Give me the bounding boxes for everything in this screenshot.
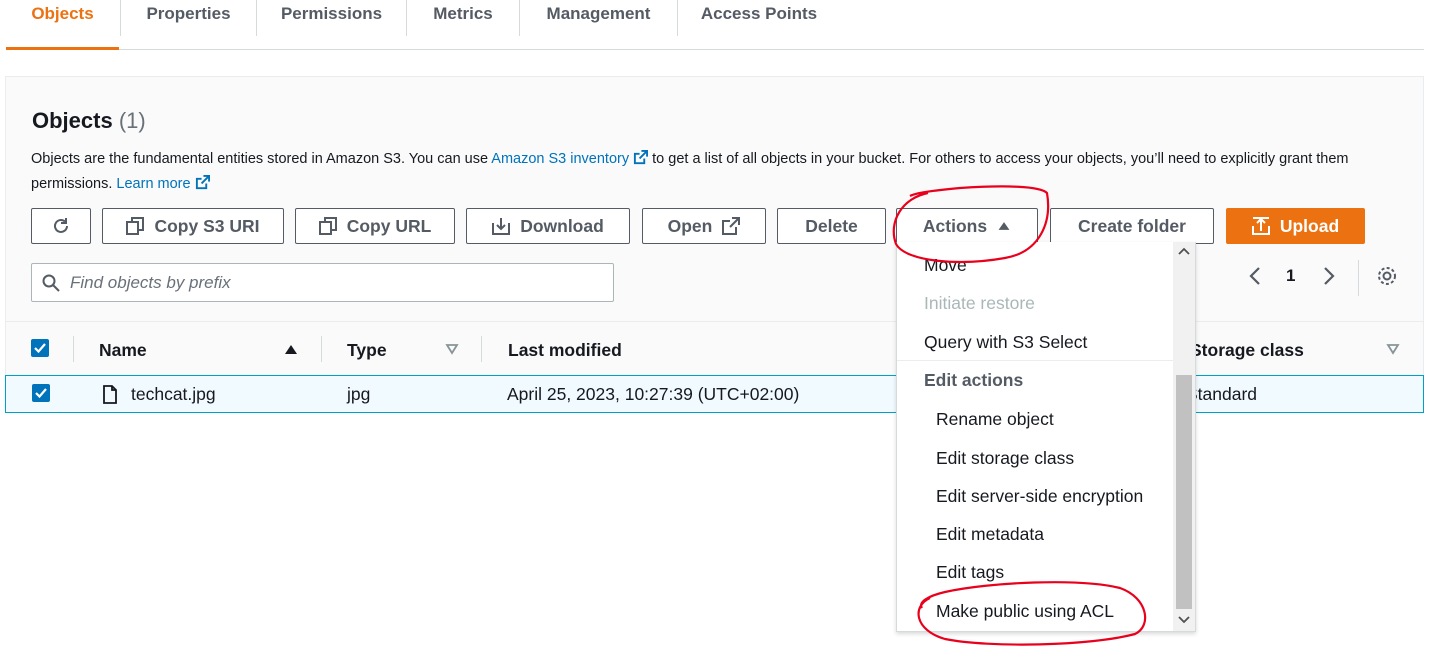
external-link-icon <box>722 217 741 235</box>
search-input[interactable] <box>70 272 590 293</box>
tab-metrics[interactable]: Metrics <box>407 0 519 50</box>
copy-s3-uri-label: Copy S3 URI <box>154 215 260 236</box>
row-checkbox[interactable] <box>32 384 50 402</box>
object-type: jpg <box>347 384 371 404</box>
chevron-right-icon[interactable] <box>1320 265 1338 287</box>
table-row[interactable]: techcat.jpg jpg April 25, 2023, 10:27:39… <box>5 375 1424 413</box>
download-icon <box>492 218 511 235</box>
file-icon <box>103 385 117 404</box>
learn-more-link[interactable]: Learn more <box>116 175 210 192</box>
tab-properties[interactable]: Properties <box>121 0 256 50</box>
object-last-modified: April 25, 2023, 10:27:39 (UTC+02:00) <box>507 384 800 404</box>
page-number[interactable]: 1 <box>1286 266 1295 286</box>
menu-item-edit-storage-class[interactable]: Edit storage class <box>936 448 1074 469</box>
external-link-icon <box>195 175 210 190</box>
tab-management[interactable]: Management <box>520 0 677 50</box>
create-folder-button[interactable]: Create folder <box>1050 208 1214 244</box>
menu-item-edit-encryption[interactable]: Edit server-side encryption <box>936 486 1143 507</box>
copy-url-label: Copy URL <box>346 215 432 236</box>
download-button[interactable]: Download <box>466 208 630 244</box>
copy-url-button[interactable]: Copy URL <box>295 208 455 244</box>
tab-access-points[interactable]: Access Points <box>678 0 840 50</box>
gear-icon[interactable] <box>1376 265 1398 287</box>
column-divider <box>321 336 322 362</box>
chevron-down-icon[interactable] <box>1178 615 1190 625</box>
scrollbar-thumb[interactable] <box>1176 375 1192 609</box>
sort-ascending-icon[interactable] <box>284 342 298 356</box>
open-button[interactable]: Open <box>642 208 766 244</box>
objects-count: (1) <box>118 108 146 133</box>
object-name-link[interactable]: techcat.jpg <box>131 384 216 405</box>
pagination-divider <box>1358 260 1359 296</box>
objects-panel: Objects (1) Objects are the fundamental … <box>5 76 1424 413</box>
copy-icon <box>318 217 337 235</box>
objects-title: Objects <box>32 108 113 133</box>
chevron-left-icon[interactable] <box>1246 265 1264 287</box>
inventory-link[interactable]: Amazon S3 inventory <box>491 150 649 167</box>
menu-item-edit-tags[interactable]: Edit tags <box>936 562 1004 583</box>
refresh-button[interactable] <box>31 208 91 244</box>
column-divider <box>73 336 74 362</box>
check-icon <box>35 388 47 399</box>
tab-objects[interactable]: Objects <box>6 0 119 50</box>
learn-more-label: Learn more <box>116 176 191 192</box>
delete-button[interactable]: Delete <box>777 208 886 244</box>
search-icon <box>42 274 60 292</box>
upload-icon <box>1251 217 1270 235</box>
page-title: Objects (1) <box>32 108 146 134</box>
external-link-icon <box>634 150 649 165</box>
delete-label: Delete <box>805 215 858 236</box>
column-divider <box>481 336 482 362</box>
menu-item-rename-object[interactable]: Rename object <box>936 409 1054 430</box>
menu-item-query-s3-select[interactable]: Query with S3 Select <box>924 332 1087 353</box>
storage-class-column-header[interactable]: Storage class <box>1190 340 1304 361</box>
refresh-icon <box>54 218 68 233</box>
open-label: Open <box>667 215 713 236</box>
description-text: Objects are the fundamental entities sto… <box>31 151 489 167</box>
copy-s3-uri-button[interactable]: Copy S3 URI <box>102 208 284 244</box>
menu-group-edit-actions: Edit actions <box>924 370 1024 390</box>
tab-permissions[interactable]: Permissions <box>257 0 406 50</box>
inventory-link-label: Amazon S3 inventory <box>491 151 630 167</box>
tab-bar: Objects Properties Permissions Metrics M… <box>6 0 1424 50</box>
menu-divider <box>897 360 1173 361</box>
search-box <box>31 263 614 302</box>
last-modified-column-header[interactable]: Last modified <box>508 340 622 361</box>
name-column-header[interactable]: Name <box>99 340 147 361</box>
actions-button[interactable]: Actions <box>896 208 1038 244</box>
upload-label: Upload <box>1279 215 1340 236</box>
actions-label: Actions <box>922 215 988 236</box>
download-label: Download <box>520 215 604 236</box>
object-storage-class: Standard <box>1186 384 1258 404</box>
copy-icon <box>126 217 145 235</box>
menu-scrollbar[interactable] <box>1173 242 1195 631</box>
select-all-checkbox[interactable] <box>31 339 49 357</box>
sort-icon[interactable] <box>445 342 459 356</box>
create-folder-label: Create folder <box>1078 215 1186 236</box>
type-column-header[interactable]: Type <box>347 340 387 361</box>
actions-menu: Move Initiate restore Query with S3 Sele… <box>896 242 1196 632</box>
menu-item-edit-metadata[interactable]: Edit metadata <box>936 524 1044 545</box>
table-header: Name Type Last modified Storage class <box>6 321 1423 375</box>
caret-up-icon <box>998 222 1010 230</box>
upload-button[interactable]: Upload <box>1226 208 1365 244</box>
menu-item-make-public-acl[interactable]: Make public using ACL <box>936 601 1114 622</box>
menu-item-move[interactable]: Move <box>924 255 967 276</box>
check-icon <box>34 343 46 354</box>
menu-item-initiate-restore: Initiate restore <box>924 293 1035 313</box>
chevron-up-icon[interactable] <box>1178 246 1190 256</box>
sort-icon[interactable] <box>1386 342 1400 356</box>
objects-description: Objects are the fundamental entities sto… <box>31 147 1371 197</box>
